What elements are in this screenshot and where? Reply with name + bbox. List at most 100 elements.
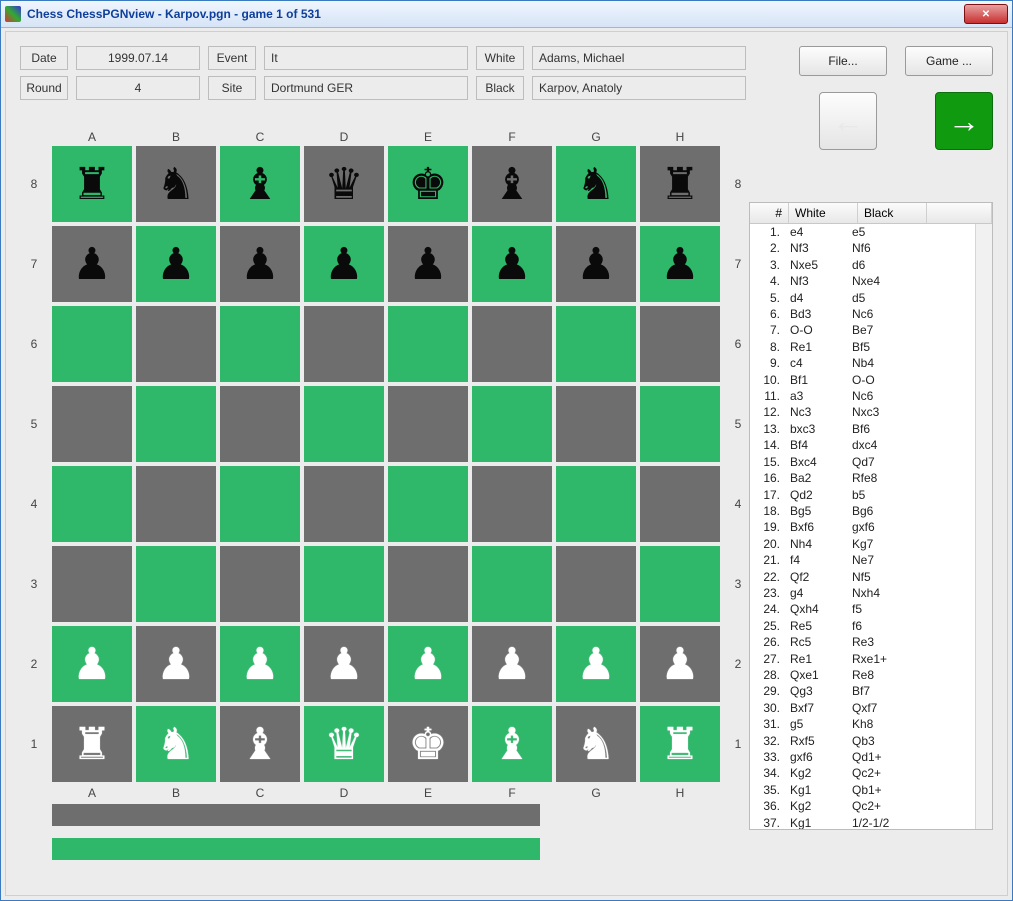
move-row[interactable]: 3.Nxe5d6 [750, 257, 975, 273]
square-g8[interactable]: ♞ [556, 146, 636, 222]
square-d2[interactable]: ♟ [304, 626, 384, 702]
square-c2[interactable]: ♟ [220, 626, 300, 702]
move-row[interactable]: 15.Bxc4Qd7 [750, 454, 975, 470]
move-row[interactable]: 14.Bf4dxc4 [750, 437, 975, 453]
square-d7[interactable]: ♟ [304, 226, 384, 302]
move-row[interactable]: 27.Re1Rxe1+ [750, 651, 975, 667]
square-g4[interactable] [556, 466, 636, 542]
square-h3[interactable] [640, 546, 720, 622]
square-g2[interactable]: ♟ [556, 626, 636, 702]
move-row[interactable]: 1.e4e5 [750, 224, 975, 240]
move-row[interactable]: 2.Nf3Nf6 [750, 240, 975, 256]
square-g6[interactable] [556, 306, 636, 382]
square-c8[interactable]: ♝ [220, 146, 300, 222]
square-b5[interactable] [136, 386, 216, 462]
square-f4[interactable] [472, 466, 552, 542]
square-a6[interactable] [52, 306, 132, 382]
square-f1[interactable]: ♝ [472, 706, 552, 782]
move-row[interactable]: 12.Nc3Nxc3 [750, 404, 975, 420]
square-g3[interactable] [556, 546, 636, 622]
square-h1[interactable]: ♜ [640, 706, 720, 782]
scrollbar[interactable] [975, 224, 992, 829]
move-row[interactable]: 9.c4Nb4 [750, 355, 975, 371]
square-d4[interactable] [304, 466, 384, 542]
square-e7[interactable]: ♟ [388, 226, 468, 302]
square-g7[interactable]: ♟ [556, 226, 636, 302]
prev-move-button[interactable]: ← [819, 92, 877, 150]
square-c1[interactable]: ♝ [220, 706, 300, 782]
file-button[interactable]: File... [799, 46, 887, 76]
square-e4[interactable] [388, 466, 468, 542]
square-d1[interactable]: ♛ [304, 706, 384, 782]
square-g5[interactable] [556, 386, 636, 462]
square-h7[interactable]: ♟ [640, 226, 720, 302]
square-e5[interactable] [388, 386, 468, 462]
square-a1[interactable]: ♜ [52, 706, 132, 782]
square-g1[interactable]: ♞ [556, 706, 636, 782]
square-f6[interactable] [472, 306, 552, 382]
next-move-button[interactable]: → [935, 92, 993, 150]
square-f5[interactable] [472, 386, 552, 462]
move-row[interactable]: 29.Qg3Bf7 [750, 683, 975, 699]
square-h6[interactable] [640, 306, 720, 382]
square-c3[interactable] [220, 546, 300, 622]
square-a8[interactable]: ♜ [52, 146, 132, 222]
move-row[interactable]: 23.g4Nxh4 [750, 585, 975, 601]
move-row[interactable]: 4.Nf3Nxe4 [750, 273, 975, 289]
move-row[interactable]: 11.a3Nc6 [750, 388, 975, 404]
move-row[interactable]: 13.bxc3Bf6 [750, 421, 975, 437]
square-a4[interactable] [52, 466, 132, 542]
square-c4[interactable] [220, 466, 300, 542]
move-row[interactable]: 28.Qxe1Re8 [750, 667, 975, 683]
square-b6[interactable] [136, 306, 216, 382]
square-e3[interactable] [388, 546, 468, 622]
chess-board[interactable]: ♜♞♝♛♚♝♞♜♟♟♟♟♟♟♟♟♟♟♟♟♟♟♟♟♜♞♝♛♚♝♞♜ [52, 146, 720, 782]
move-row[interactable]: 32.Rxf5Qb3 [750, 733, 975, 749]
move-row[interactable]: 7.O-OBe7 [750, 322, 975, 338]
square-d5[interactable] [304, 386, 384, 462]
square-c7[interactable]: ♟ [220, 226, 300, 302]
move-list[interactable]: # White Black 1.e4e52.Nf3Nf63.Nxe5d64.Nf… [749, 202, 993, 830]
square-h2[interactable]: ♟ [640, 626, 720, 702]
move-row[interactable]: 36.Kg2Qc2+ [750, 798, 975, 814]
square-a5[interactable] [52, 386, 132, 462]
move-row[interactable]: 5.d4d5 [750, 290, 975, 306]
move-row[interactable]: 33.gxf6Qd1+ [750, 749, 975, 765]
square-a3[interactable] [52, 546, 132, 622]
square-b7[interactable]: ♟ [136, 226, 216, 302]
square-f8[interactable]: ♝ [472, 146, 552, 222]
move-row[interactable]: 35.Kg1Qb1+ [750, 782, 975, 798]
move-row[interactable]: 31.g5Kh8 [750, 716, 975, 732]
close-button[interactable]: ✕ [964, 4, 1008, 24]
move-row[interactable]: 37.Kg11/2-1/2 [750, 815, 975, 829]
move-row[interactable]: 34.Kg2Qc2+ [750, 765, 975, 781]
square-b1[interactable]: ♞ [136, 706, 216, 782]
square-h8[interactable]: ♜ [640, 146, 720, 222]
square-b8[interactable]: ♞ [136, 146, 216, 222]
move-row[interactable]: 26.Rc5Re3 [750, 634, 975, 650]
move-row[interactable]: 24.Qxh4f5 [750, 601, 975, 617]
square-h5[interactable] [640, 386, 720, 462]
move-row[interactable]: 18.Bg5Bg6 [750, 503, 975, 519]
square-b4[interactable] [136, 466, 216, 542]
square-h4[interactable] [640, 466, 720, 542]
move-row[interactable]: 25.Re5f6 [750, 618, 975, 634]
move-row[interactable]: 8.Re1Bf5 [750, 339, 975, 355]
move-rows[interactable]: 1.e4e52.Nf3Nf63.Nxe5d64.Nf3Nxe45.d4d56.B… [750, 224, 975, 829]
game-button[interactable]: Game ... [905, 46, 993, 76]
square-e2[interactable]: ♟ [388, 626, 468, 702]
square-c6[interactable] [220, 306, 300, 382]
move-row[interactable]: 19.Bxf6gxf6 [750, 519, 975, 535]
move-row[interactable]: 22.Qf2Nf5 [750, 569, 975, 585]
move-row[interactable]: 10.Bf1O-O [750, 372, 975, 388]
square-f2[interactable]: ♟ [472, 626, 552, 702]
square-d8[interactable]: ♛ [304, 146, 384, 222]
square-c5[interactable] [220, 386, 300, 462]
square-b3[interactable] [136, 546, 216, 622]
square-e1[interactable]: ♚ [388, 706, 468, 782]
square-e8[interactable]: ♚ [388, 146, 468, 222]
square-a2[interactable]: ♟ [52, 626, 132, 702]
square-d3[interactable] [304, 546, 384, 622]
move-row[interactable]: 16.Ba2Rfe8 [750, 470, 975, 486]
square-f3[interactable] [472, 546, 552, 622]
